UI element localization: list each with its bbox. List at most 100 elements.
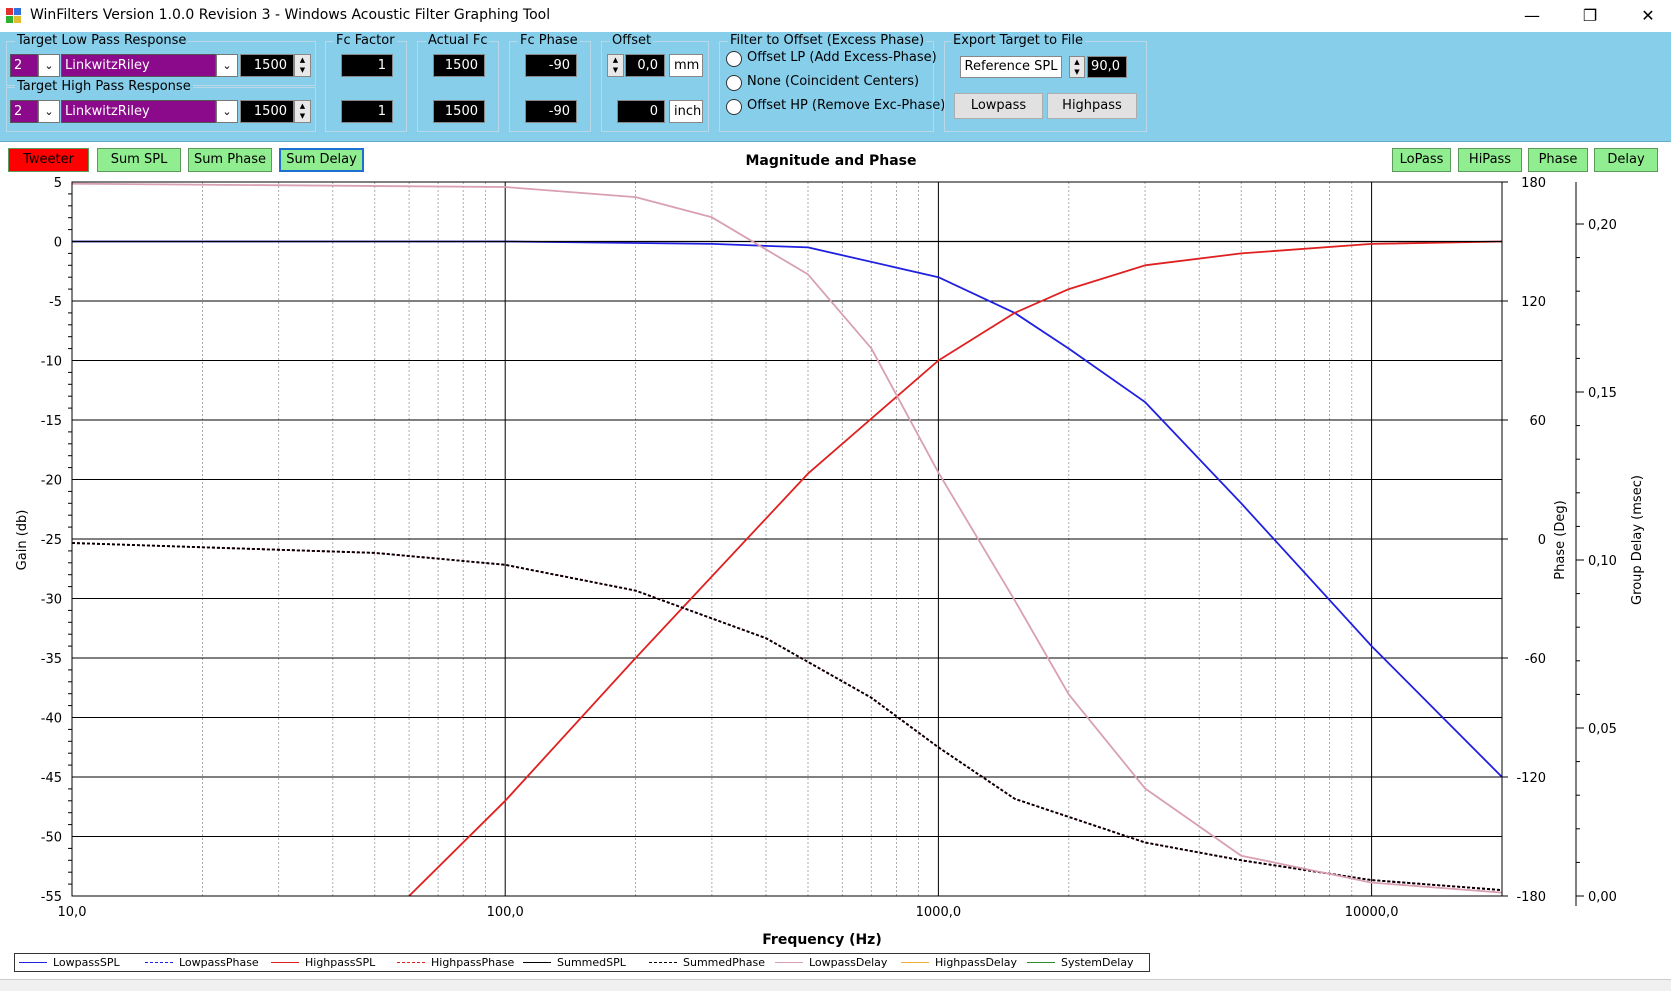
phase-tick-label: 180 — [1521, 176, 1546, 191]
series-HighpassSPL — [408, 240, 1503, 897]
chevron-down-icon[interactable]: ⌄ — [216, 100, 238, 123]
chart-title: Magnitude and Phase — [745, 153, 916, 169]
legend-swatch — [523, 962, 551, 963]
minimize-icon[interactable]: — — [1509, 0, 1555, 32]
lowpass-order-select[interactable]: 2 — [10, 54, 38, 77]
gain-tick-label: -10 — [41, 355, 62, 370]
gain-tick-label: -40 — [41, 712, 62, 727]
highpass-actual-fc-value: 1500 — [433, 100, 485, 123]
highpass-fc-phase-value: -90 — [525, 100, 577, 123]
lowpass-frequency-input[interactable]: 1500 — [240, 54, 294, 77]
legend-swatch — [649, 962, 677, 963]
offset-inch-unit: inch — [669, 100, 703, 123]
offset-mm-input[interactable]: 0,0 — [625, 54, 665, 77]
reference-spl-label: Reference SPL — [960, 56, 1062, 78]
delay-tick-label: 0,00 — [1588, 890, 1617, 905]
magnitude-phase-chart: Magnitude and Phase 5 0 -5 -10 -15 -20 -25 -30 -… — [15, 153, 1645, 948]
series-HighpassPhase — [71, 542, 1503, 891]
legend-item: HighpassPhase — [431, 956, 515, 969]
chevron-down-icon[interactable]: ⌄ — [38, 100, 60, 123]
offset-none-radio[interactable] — [726, 75, 742, 91]
title-bar: WinFilters Version 1.0.0 Revision 3 - Wi… — [0, 0, 1671, 32]
control-panel: Target Low Pass Response 2 ⌄ LinkwitzRil… — [0, 32, 1671, 142]
lowpass-fc-factor-input[interactable]: 1 — [341, 54, 393, 77]
export-lowpass-button[interactable]: Lowpass — [954, 93, 1043, 119]
legend-swatch — [19, 962, 47, 963]
chevron-down-icon[interactable]: ⌄ — [38, 54, 60, 77]
delay-tick-label: 0,15 — [1588, 386, 1617, 401]
frequency-tick-label: 100,0 — [487, 905, 524, 920]
filter-offset-label: Filter to Offset (Excess Phase) — [728, 33, 927, 48]
gain-tick-label: -30 — [41, 593, 62, 608]
close-icon[interactable]: ✕ — [1625, 0, 1671, 32]
delay-axis-label: Group Delay (msec) — [1630, 475, 1645, 605]
phase-tick-label: -120 — [1516, 771, 1546, 786]
delay-tick-label: 0,20 — [1588, 218, 1617, 233]
window-title: WinFilters Version 1.0.0 Revision 3 - Wi… — [30, 7, 551, 23]
offset-lp-radio[interactable] — [726, 51, 742, 67]
restore-icon[interactable]: ❐ — [1567, 0, 1613, 32]
actual-fc-label: Actual Fc — [426, 33, 490, 48]
delay-tick-label: 0,05 — [1588, 722, 1617, 737]
offset-inch-input[interactable]: 0 — [617, 100, 665, 123]
fc-phase-label: Fc Phase — [518, 33, 580, 48]
legend-item: LowpassPhase — [179, 956, 259, 969]
phase-tick-label: -180 — [1516, 890, 1546, 905]
offset-hp-radio[interactable] — [726, 99, 742, 115]
horizontal-scrollbar[interactable] — [0, 979, 1671, 991]
gain-tick-label: 0 — [54, 236, 62, 251]
fc-factor-label: Fc Factor — [334, 33, 397, 48]
app-icon — [6, 8, 21, 23]
series-LowpassPhase — [71, 542, 1503, 891]
series-LowpassDelay — [71, 182, 1503, 894]
highpass-group-label: Target High Pass Response — [15, 79, 193, 94]
series-LowpassSPL — [72, 240, 1503, 778]
legend-swatch — [397, 962, 425, 963]
plot-panel: Tweeter Sum SPL Sum Phase Sum Delay LoPa… — [0, 142, 1671, 979]
highpass-order-select[interactable]: 2 — [10, 100, 38, 123]
legend-item: HighpassDelay — [935, 956, 1018, 969]
gain-tick-label: -50 — [41, 831, 62, 846]
highpass-frequency-input[interactable]: 1500 — [240, 100, 294, 123]
lowpass-group-label: Target Low Pass Response — [15, 33, 189, 48]
offset-label: Offset — [610, 33, 654, 48]
legend-item: SummedSPL — [557, 956, 626, 969]
gain-tick-label: -35 — [41, 652, 62, 667]
phase-tick-label: 120 — [1521, 295, 1546, 310]
chevron-down-icon[interactable]: ⌄ — [216, 54, 238, 77]
gain-tick-label: -55 — [41, 890, 62, 905]
lowpass-type-select[interactable]: LinkwitzRiley — [61, 54, 216, 77]
legend-item: HighpassSPL — [305, 956, 376, 969]
gain-tick-label: -25 — [41, 533, 62, 548]
chart-legend: LowpassSPL LowpassPhase HighpassSPL Highpas… — [14, 953, 1150, 972]
highpass-frequency-spinner[interactable]: ▲ ▼ — [294, 100, 311, 123]
phase-tick-label: 0 — [1538, 533, 1546, 548]
series-SummedPhase — [71, 542, 1503, 891]
reference-spl-spinner[interactable]: ▲ ▼ — [1069, 56, 1085, 78]
lowpass-fc-phase-value: -90 — [525, 54, 577, 77]
phase-axis-label: Phase (Deg) — [1553, 500, 1568, 579]
legend-swatch — [901, 962, 929, 963]
legend-swatch — [271, 962, 299, 963]
offset-mm-unit: mm — [669, 54, 703, 77]
export-label: Export Target to File — [951, 33, 1085, 48]
gain-tick-label: -45 — [41, 771, 62, 786]
offset-spinner[interactable]: ▲ ▼ — [607, 54, 624, 77]
legend-item: LowpassDelay — [809, 956, 888, 969]
lowpass-frequency-spinner[interactable]: ▲ ▼ — [294, 54, 311, 77]
phase-tick-label: 60 — [1529, 414, 1546, 429]
y-axis-label: Gain (db) — [15, 510, 30, 571]
frequency-tick-label: 10000,0 — [1345, 905, 1399, 920]
frequency-tick-label: 10,0 — [58, 905, 87, 920]
legend-swatch — [775, 962, 803, 963]
reference-spl-input[interactable]: 90,0 — [1087, 56, 1127, 78]
legend-swatch — [1027, 962, 1055, 963]
highpass-fc-factor-input[interactable]: 1 — [341, 100, 393, 123]
highpass-type-select[interactable]: LinkwitzRiley — [61, 100, 216, 123]
lowpass-actual-fc-value: 1500 — [433, 54, 485, 77]
phase-tick-label: -60 — [1525, 652, 1546, 667]
gain-tick-label: -5 — [49, 295, 62, 310]
offset-hp-label: Offset HP (Remove Exc-Phase) — [747, 98, 946, 113]
export-highpass-button[interactable]: Highpass — [1047, 93, 1137, 119]
legend-item: LowpassSPL — [53, 956, 120, 969]
